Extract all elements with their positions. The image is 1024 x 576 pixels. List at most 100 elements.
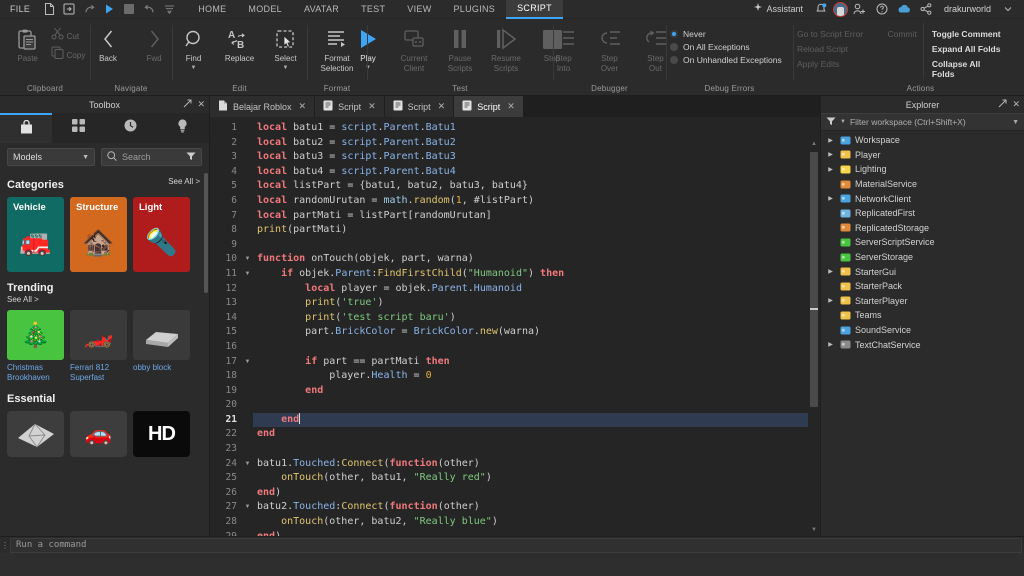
code-line[interactable]: print(partMati)	[253, 223, 820, 238]
add-friend-icon[interactable]	[850, 0, 870, 19]
find-button[interactable]: Find ▼	[171, 23, 217, 71]
category-card-vehicle[interactable]: Vehicle 🚒	[7, 197, 64, 272]
help-icon[interactable]	[872, 0, 892, 19]
code-line[interactable]: if objek.Parent:FindFirstChild("Humanoid…	[253, 267, 820, 282]
select-caret-icon[interactable]: ▼	[283, 65, 289, 71]
trending-item[interactable]: obby block	[133, 310, 190, 383]
debug-unhandled-exceptions-radio[interactable]: On Unhandled Exceptions	[670, 55, 782, 65]
toolbox-asset-type-select[interactable]: Models ▼	[7, 148, 95, 166]
drag-handle-icon[interactable]: ⋮	[0, 541, 10, 550]
code-line[interactable]: local partMati = listPart[randomUrutan]	[253, 209, 820, 224]
code-line[interactable]: end	[253, 427, 820, 442]
explorer-row-soundservice[interactable]: SoundService	[821, 323, 1024, 338]
resume-scripts-button[interactable]: Resume Scripts	[483, 23, 529, 73]
step-into-button[interactable]: Step Into	[541, 23, 587, 73]
expand-all-folds-action[interactable]: Expand All Folds	[932, 44, 1004, 54]
expand-arrow-icon[interactable]: ▶	[826, 137, 835, 144]
explorer-row-teams[interactable]: Teams	[821, 308, 1024, 323]
code-line[interactable]: end	[253, 412, 820, 428]
fold-toggle-icon[interactable]: ▼	[242, 252, 253, 267]
expand-arrow-icon[interactable]: ▶	[826, 151, 835, 158]
tab-script[interactable]: SCRIPT	[506, 0, 563, 19]
code-line[interactable]: function onTouch(objek, part, warna)	[253, 252, 820, 267]
code-line[interactable]	[253, 340, 820, 355]
play-caret-icon[interactable]: ▼	[365, 65, 371, 71]
doc-tab-script-1[interactable]: Script ✕	[315, 96, 385, 117]
code-line[interactable]: end)	[253, 486, 820, 501]
command-input[interactable]: Run a command	[10, 537, 1022, 553]
code-line[interactable]: part.BrickColor = BrickColor.new(warna)	[253, 325, 820, 340]
trending-item[interactable]: 🎄 Christmas Brookhaven	[7, 310, 64, 383]
explorer-row-starterpack[interactable]: StarterPack	[821, 279, 1024, 294]
chevron-down-icon[interactable]: ▼	[840, 119, 846, 125]
editor-scrollbar[interactable]: ▲ ▼	[808, 138, 820, 536]
stop-icon[interactable]	[119, 0, 139, 19]
debug-all-exceptions-radio[interactable]: On All Exceptions	[670, 42, 782, 52]
explorer-tree[interactable]: ▶ Workspace ▶ Player ▶ Lighting MaterialServic…	[821, 131, 1024, 536]
code-line[interactable]	[253, 238, 820, 253]
explorer-row-textchatservice[interactable]: ▶ TextChatService	[821, 337, 1024, 352]
code-line[interactable]: local batu2 = script.Parent.Batu2	[253, 136, 820, 151]
play-button[interactable]: Play ▼	[345, 23, 391, 71]
doc-tab-script-3[interactable]: Script ✕	[454, 96, 524, 117]
doc-tab-script-2[interactable]: Script ✕	[384, 96, 455, 117]
essential-item[interactable]: 🚗	[70, 411, 127, 457]
category-card-structure[interactable]: Structure 🏚️	[70, 197, 127, 272]
close-icon[interactable]: ✕	[299, 101, 307, 112]
open-file-icon[interactable]	[59, 0, 79, 19]
tab-view[interactable]: VIEW	[396, 0, 442, 19]
close-icon[interactable]: ✕	[507, 101, 515, 112]
close-icon[interactable]: ✕	[197, 100, 205, 109]
code-line[interactable]: local batu4 = script.Parent.Batu4	[253, 165, 820, 180]
code-line[interactable]: batu2.Touched:Connect(function(other)	[253, 500, 820, 515]
code-line[interactable]: local player = objek.Parent.Humanoid	[253, 282, 820, 297]
trending-item[interactable]: 🏎️ Ferrari 812 Superfast	[70, 310, 127, 383]
code-line[interactable]: end	[253, 384, 820, 399]
code-line[interactable]: player.Health = 0	[253, 369, 820, 384]
notification-bell-icon[interactable]	[811, 0, 831, 19]
essential-item-hd[interactable]: HD	[133, 411, 190, 457]
essential-item[interactable]	[7, 411, 64, 457]
replace-button[interactable]: AB Replace	[217, 23, 263, 64]
file-menu[interactable]: FILE	[0, 4, 39, 14]
scroll-down-icon[interactable]: ▼	[808, 524, 820, 536]
tab-plugins[interactable]: PLUGINS	[442, 0, 506, 19]
close-icon[interactable]: ✕	[438, 101, 446, 112]
explorer-row-startergui[interactable]: ▶ StarterGui	[821, 264, 1024, 279]
explorer-row-replicatedstorage[interactable]: ReplicatedStorage	[821, 221, 1024, 236]
cut-button[interactable]: Cut	[51, 27, 86, 45]
explorer-row-networkclient[interactable]: ▶ NetworkClient	[821, 191, 1024, 206]
expand-arrow-icon[interactable]: ▶	[826, 268, 835, 275]
explorer-row-starterplayer[interactable]: ▶ StarterPlayer	[821, 294, 1024, 309]
explorer-row-workspace[interactable]: ▶ Workspace	[821, 133, 1024, 148]
expand-arrow-icon[interactable]: ▶	[826, 195, 835, 202]
code-line[interactable]: local listPart = {batu1, batu2, batu3, b…	[253, 179, 820, 194]
explorer-row-serverscriptservice[interactable]: ServerScriptService	[821, 235, 1024, 250]
trending-see-all-link[interactable]: See All >	[7, 295, 209, 304]
code-line[interactable]: local batu1 = script.Parent.Batu1	[253, 121, 820, 136]
back-button[interactable]: Back	[85, 23, 131, 64]
paste-button[interactable]: Paste	[5, 23, 51, 64]
fold-toggle-icon[interactable]: ▼	[242, 267, 253, 282]
code-line[interactable]: batu1.Touched:Connect(function(other)	[253, 457, 820, 472]
toolbox-tab-creations[interactable]	[157, 113, 209, 143]
expand-arrow-icon[interactable]: ▶	[826, 166, 835, 173]
redo-icon[interactable]	[79, 0, 99, 19]
code-line[interactable]: onTouch(other, batu1, "Really red")	[253, 471, 820, 486]
doc-tab-belajar-roblox[interactable]: Belajar Roblox ✕	[210, 96, 316, 117]
debug-never-radio[interactable]: Never	[670, 29, 782, 39]
close-icon[interactable]: ✕	[368, 101, 376, 112]
explorer-filter-input[interactable]: ▼ Filter workspace (Ctrl+Shift+X) ▼	[821, 113, 1024, 131]
code-line[interactable]: local batu3 = script.Parent.Batu3	[253, 150, 820, 165]
categories-see-all-link[interactable]: See All >	[168, 177, 200, 186]
step-over-button[interactable]: Step Over	[587, 23, 633, 73]
code-line[interactable]	[253, 398, 820, 413]
toolbox-tab-inventory[interactable]	[52, 113, 104, 143]
explorer-filter-caret-icon[interactable]: ▼	[1012, 119, 1019, 126]
code-line[interactable]: onTouch(other, batu2, "Really blue")	[253, 515, 820, 530]
expand-arrow-icon[interactable]: ▶	[826, 341, 835, 348]
explorer-row-player[interactable]: ▶ Player	[821, 148, 1024, 163]
reload-script-action[interactable]: Reload Script	[797, 44, 887, 54]
editor-scroll-thumb[interactable]	[810, 152, 818, 407]
code-line[interactable]: if part == partMati then	[253, 355, 820, 370]
